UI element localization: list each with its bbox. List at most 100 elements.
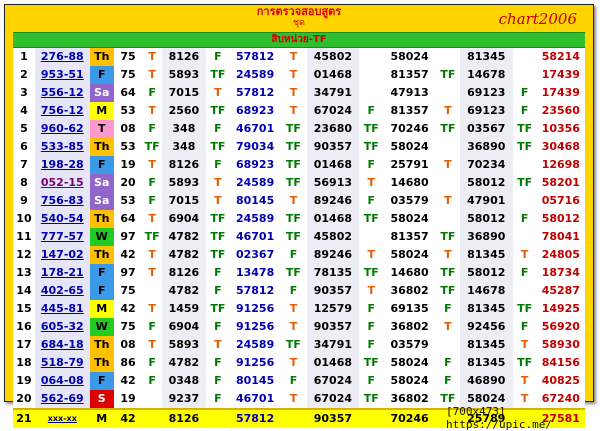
- mark-3: F: [289, 248, 298, 261]
- mark-4: TF: [363, 266, 379, 279]
- value-5digit-b: 34791: [306, 84, 360, 102]
- value-5digit-c: 47913: [390, 86, 429, 99]
- mark-2: T: [214, 194, 222, 207]
- value-5digit-d: 46890: [459, 372, 513, 390]
- mark-4: [359, 66, 383, 84]
- table-row: 13 178-21 F 97 T 8126 F 13478 TF 78135 TF 14680 TF 58…: [13, 264, 585, 282]
- value-5digit-d: 14678: [459, 66, 513, 84]
- table-row: 12 147-02 Th 42 T 4782 TF 02367 F 89246 T 58024 T 813…: [13, 246, 585, 264]
- pair-link[interactable]: 052-15: [34, 174, 90, 192]
- value-5digit-b: 01468: [306, 66, 360, 84]
- value-5digit-d: 81345: [459, 336, 513, 354]
- value-5digit-d: 14678: [459, 282, 513, 300]
- mark-3: T: [289, 392, 298, 405]
- mark-3: T: [289, 68, 298, 81]
- mark-2: F: [214, 266, 222, 279]
- mark-3: TF: [285, 338, 301, 351]
- value-5digit-a: 57812: [235, 50, 275, 63]
- value-result: 10356: [541, 122, 580, 135]
- value-result: 40825: [541, 374, 580, 387]
- row-index: 11: [16, 230, 32, 243]
- value-5digit-c: 69135: [390, 302, 429, 315]
- value-5digit-a: 57812: [229, 408, 281, 428]
- mark-6: [513, 156, 537, 174]
- pair-link[interactable]: 402-65: [34, 282, 90, 300]
- value-2digit: 53: [120, 194, 136, 207]
- value-5digit-d: 58012: [459, 210, 513, 228]
- value-result: 78041: [541, 230, 580, 243]
- value-5digit-d: 69123: [459, 102, 513, 120]
- day-badge: F: [89, 66, 114, 84]
- pair-link[interactable]: 953-51: [34, 66, 90, 84]
- value-5digit-d: 81345: [459, 48, 513, 66]
- mark-3: F: [289, 374, 298, 387]
- mark-1: F: [148, 122, 156, 135]
- value-5digit-a: 68923: [235, 158, 275, 171]
- mark-5: T: [444, 248, 452, 261]
- mark-5: [436, 174, 460, 192]
- mark-2: F: [214, 50, 222, 63]
- day-badge: F: [89, 372, 114, 390]
- pair-link[interactable]: 533-85: [34, 138, 90, 156]
- value-2digit: 64: [120, 212, 136, 225]
- pair-link[interactable]: 178-21: [34, 264, 90, 282]
- value-4digit: 1459: [161, 300, 206, 318]
- mark-2: F: [214, 320, 222, 333]
- mark-3: T: [289, 50, 298, 63]
- mark-6: F: [520, 320, 529, 333]
- value-5digit-d: 81345: [459, 246, 513, 264]
- value-2digit: 42: [120, 302, 136, 315]
- value-5digit-b: 01468: [306, 156, 360, 174]
- mark-6: TF: [517, 140, 533, 153]
- value-2digit: 75: [120, 68, 136, 81]
- value-5digit-b: 01468: [306, 210, 360, 228]
- pair-link[interactable]: 605-32: [34, 318, 90, 336]
- pair-link[interactable]: 777-57: [34, 228, 90, 246]
- mark-2: F: [214, 356, 222, 369]
- mark-5: T: [444, 104, 452, 117]
- pair-link[interactable]: 756-83: [34, 192, 90, 210]
- mark-6: F: [520, 266, 529, 279]
- value-5digit-b: 89246: [306, 246, 360, 264]
- value-5digit-b: 90357: [306, 282, 360, 300]
- day-badge: Sa: [89, 174, 114, 192]
- value-2digit: 53: [120, 104, 136, 117]
- pair-link: xxx-xx: [34, 408, 90, 428]
- pair-link[interactable]: 684-18: [34, 336, 90, 354]
- value-5digit-c: 58024: [390, 356, 429, 369]
- pair-link[interactable]: 064-08: [34, 372, 90, 390]
- pair-link[interactable]: 756-12: [34, 102, 90, 120]
- pair-link[interactable]: 540-54: [34, 210, 90, 228]
- pair-link[interactable]: 518-79: [34, 354, 90, 372]
- pair-link[interactable]: 562-69: [34, 390, 90, 409]
- value-result: 30468: [541, 140, 580, 153]
- pair-link[interactable]: 445-81: [34, 300, 90, 318]
- mark-5: [436, 138, 460, 156]
- mark-1: [142, 390, 162, 409]
- value-5digit-a: 91256: [235, 320, 275, 333]
- mark-2: F: [214, 122, 222, 135]
- pair-link[interactable]: 556-12: [34, 84, 90, 102]
- pair-link[interactable]: 198-28: [34, 156, 90, 174]
- value-5digit-a: 91256: [235, 356, 275, 369]
- value-4digit: 4782: [161, 282, 206, 300]
- mark-6: TF: [517, 302, 533, 315]
- value-2digit: 97: [120, 230, 136, 243]
- pair-link[interactable]: 276-88: [34, 48, 90, 66]
- value-2digit: 20: [120, 176, 136, 189]
- value-5digit-a: 46701: [235, 392, 275, 405]
- mark-4: [359, 228, 383, 246]
- pair-link[interactable]: 147-02: [34, 246, 90, 264]
- mark-4: F: [367, 320, 375, 333]
- day-badge: M: [89, 408, 114, 428]
- value-2digit: 75: [120, 320, 136, 333]
- value-5digit-c: 81357: [390, 68, 429, 81]
- pair-link[interactable]: 960-62: [34, 120, 90, 138]
- mark-3: F: [289, 284, 298, 297]
- value-result: 58214: [541, 50, 580, 63]
- value-2digit: 53: [120, 140, 136, 153]
- value-5digit-d: 81345: [459, 354, 513, 372]
- table-row: 18 518-79 Th 86 F 4782 F 91256 T 01468 TF 58024 F 813…: [13, 354, 585, 372]
- value-result: 12698: [541, 158, 580, 171]
- mark-5: T: [444, 158, 452, 171]
